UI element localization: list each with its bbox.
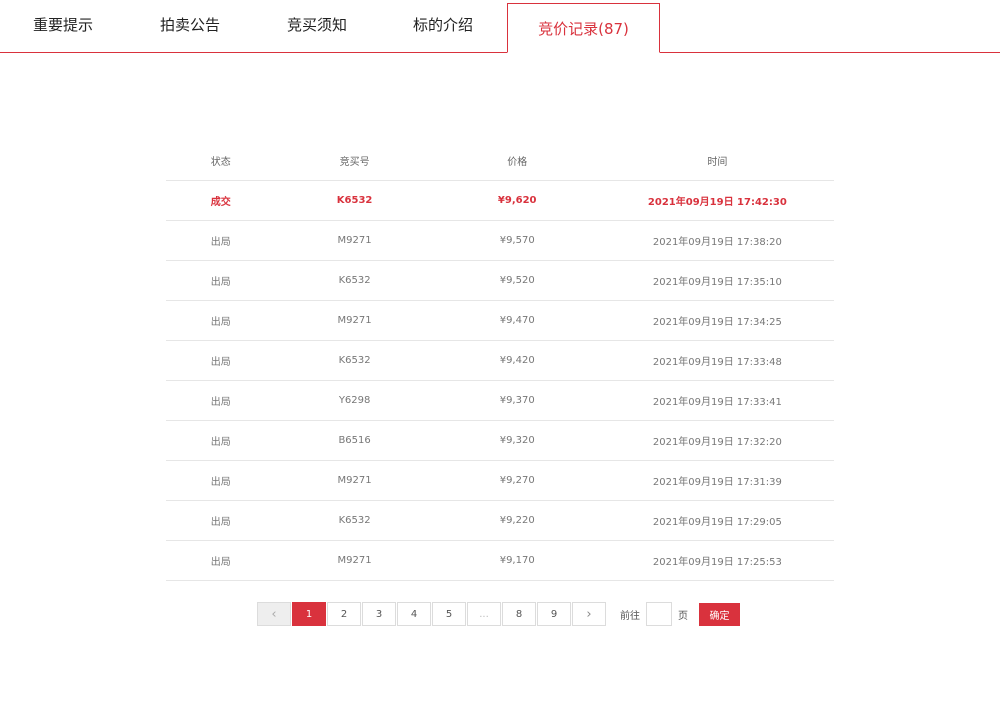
row-time: 2021年09月19日 17:42:30: [600, 180, 834, 221]
row-status: 出局: [166, 460, 276, 501]
table-row: 出局 M9271 ¥9,570 2021年09月19日 17:38:20: [166, 220, 834, 261]
page-button-3[interactable]: 3: [362, 602, 396, 626]
table-row: 出局 K6532 ¥9,520 2021年09月19日 17:35:10: [166, 260, 834, 301]
page-unit-label: 页: [678, 610, 688, 622]
row-status: 出局: [166, 220, 276, 261]
row-bidder: B6516: [275, 420, 434, 461]
row-price: ¥9,370: [433, 380, 601, 421]
row-bidder: M9271: [275, 540, 434, 581]
row-bidder: K6532: [275, 500, 434, 541]
row-price: ¥9,570: [433, 220, 601, 261]
row-time: 2021年09月19日 17:35:10: [600, 260, 834, 301]
row-status: 成交: [166, 180, 276, 221]
tab-auction-announcement[interactable]: 拍卖公告: [160, 0, 220, 52]
row-status: 出局: [166, 540, 276, 581]
table-row: 出局 M9271 ¥9,170 2021年09月19日 17:25:53: [166, 540, 834, 581]
row-time: 2021年09月19日 17:33:41: [600, 380, 834, 421]
row-time: 2021年09月19日 17:38:20: [600, 220, 834, 261]
table-row: 出局 K6532 ¥9,220 2021年09月19日 17:29:05: [166, 500, 834, 541]
row-time: 2021年09月19日 17:32:20: [600, 420, 834, 461]
page-ellipsis: ...: [467, 602, 501, 626]
header-status: 状态: [166, 141, 276, 181]
row-time: 2021年09月19日 17:29:05: [600, 500, 834, 541]
tab-item-introduction[interactable]: 标的介绍: [413, 0, 473, 52]
row-time: 2021年09月19日 17:34:25: [600, 300, 834, 341]
goto-page-input[interactable]: [646, 602, 672, 626]
header-price: 价格: [433, 141, 601, 181]
row-price: ¥9,220: [433, 500, 601, 541]
header-bidder-number: 竞买号: [275, 141, 434, 181]
tab-bar: 重要提示 拍卖公告 竞买须知 标的介绍 竞价记录(87): [0, 0, 1000, 53]
prev-page-button[interactable]: ‹: [257, 602, 291, 626]
table-row: 出局 K6532 ¥9,420 2021年09月19日 17:33:48: [166, 340, 834, 381]
chevron-left-icon: ‹: [271, 606, 277, 622]
row-bidder: K6532: [275, 180, 434, 221]
row-bidder: M9271: [275, 300, 434, 341]
row-status: 出局: [166, 500, 276, 541]
row-price: ¥9,470: [433, 300, 601, 341]
row-price: ¥9,170: [433, 540, 601, 581]
row-bidder: M9271: [275, 460, 434, 501]
row-status: 出局: [166, 420, 276, 461]
tab-bidding-rules[interactable]: 竞买须知: [287, 0, 347, 52]
table-row: 成交 K6532 ¥9,620 2021年09月19日 17:42:30: [166, 180, 834, 221]
row-status: 出局: [166, 260, 276, 301]
chevron-right-icon: ›: [586, 606, 592, 622]
row-bidder: Y6298: [275, 380, 434, 421]
row-price: ¥9,270: [433, 460, 601, 501]
header-time: 时间: [600, 141, 834, 181]
row-time: 2021年09月19日 17:33:48: [600, 340, 834, 381]
row-price: ¥9,620: [433, 180, 601, 221]
table-row: 出局 Y6298 ¥9,370 2021年09月19日 17:33:41: [166, 380, 834, 421]
table-row: 出局 B6516 ¥9,320 2021年09月19日 17:32:20: [166, 420, 834, 461]
row-time: 2021年09月19日 17:31:39: [600, 460, 834, 501]
row-bidder: K6532: [275, 260, 434, 301]
table-header-row: 状态 竞买号 价格 时间: [166, 141, 834, 181]
row-status: 出局: [166, 300, 276, 341]
page-button-8[interactable]: 8: [502, 602, 536, 626]
tab-important-notice[interactable]: 重要提示: [33, 0, 93, 52]
page-button-5[interactable]: 5: [432, 602, 466, 626]
page-button-4[interactable]: 4: [397, 602, 431, 626]
row-time: 2021年09月19日 17:25:53: [600, 540, 834, 581]
page-button-1[interactable]: 1: [292, 602, 326, 626]
table-row: 出局 M9271 ¥9,470 2021年09月19日 17:34:25: [166, 300, 834, 341]
row-status: 出局: [166, 340, 276, 381]
confirm-button[interactable]: 确定: [699, 602, 740, 626]
row-price: ¥9,420: [433, 340, 601, 381]
row-status: 出局: [166, 380, 276, 421]
row-bidder: K6532: [275, 340, 434, 381]
tab-bid-records[interactable]: 竞价记录(87): [507, 3, 660, 53]
row-bidder: M9271: [275, 220, 434, 261]
row-price: ¥9,320: [433, 420, 601, 461]
bid-records-table: 状态 竞买号 价格 时间 成交 K6532 ¥9,620 2021年09月19日…: [166, 141, 834, 581]
row-price: ¥9,520: [433, 260, 601, 301]
goto-label: 前往: [620, 610, 640, 622]
page-button-9[interactable]: 9: [537, 602, 571, 626]
table-row: 出局 M9271 ¥9,270 2021年09月19日 17:31:39: [166, 460, 834, 501]
pagination: ‹ 1 2 3 4 5 ... 8 9 › 前往 页 确定: [257, 602, 740, 626]
page-button-2[interactable]: 2: [327, 602, 361, 626]
next-page-button[interactable]: ›: [572, 602, 606, 626]
